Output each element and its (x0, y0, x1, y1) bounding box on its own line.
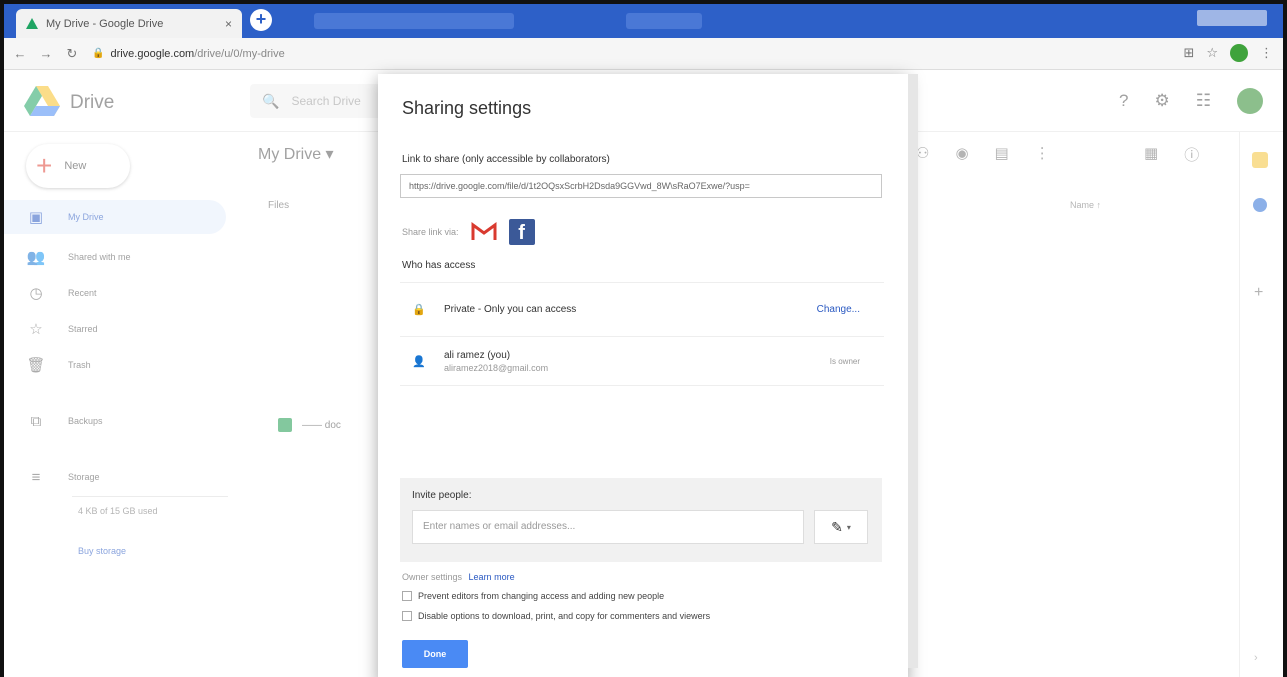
permission-dropdown[interactable]: ✎ ▾ (814, 510, 868, 544)
who-has-access-label: Who has access (402, 260, 476, 271)
url-path: /drive/u/0/my-drive (194, 47, 285, 60)
back-icon[interactable]: ← (10, 46, 30, 61)
screen: My Drive - Google Drive × + ← → ↻ 🔒 driv… (0, 0, 1287, 677)
invite-people-section: Invite people: Enter names or email addr… (400, 478, 882, 562)
share-via-label: Share link via: (402, 227, 459, 237)
tab-close-icon[interactable]: × (225, 17, 232, 31)
owner-settings-label: Owner settings (402, 572, 463, 582)
access-row-visibility: 🔒 Private - Only you can access Change..… (400, 282, 884, 336)
drive-favicon-icon (26, 17, 38, 30)
browser-tab-strip: My Drive - Google Drive × + (4, 4, 1283, 38)
share-via-row: Share link via: f (402, 219, 535, 245)
access-row-owner: 👤 ali ramez (you) aliramez2018@gmail.com… (400, 336, 884, 386)
url-host: drive.google.com (110, 47, 195, 60)
url-field[interactable]: 🔒 drive.google.com /drive/u/0/my-drive (92, 48, 285, 60)
disable-download-checkbox[interactable] (402, 611, 412, 621)
new-tab-button[interactable]: + (250, 9, 272, 31)
dialog-scrollbar[interactable] (908, 74, 918, 668)
disable-download-label: Disable options to download, print, and … (418, 611, 711, 621)
learn-more-link[interactable]: Learn more (469, 572, 515, 582)
owner-name: ali ramez (you) (444, 349, 511, 361)
visibility-text: Private - Only you can access (444, 304, 577, 315)
tab-title: My Drive - Google Drive (46, 17, 164, 30)
disable-download-option[interactable]: Disable options to download, print, and … (402, 611, 710, 621)
blurred-tab-extension (314, 13, 514, 29)
sharing-settings-dialog: Sharing settings Link to share (only acc… (378, 74, 908, 677)
owner-settings-row: Owner settings Learn more (402, 572, 515, 582)
apps-icon[interactable]: ⊞ (1183, 45, 1194, 61)
lock-icon: 🔒 (412, 304, 426, 316)
share-link-field[interactable]: https://drive.google.com/file/d/1t2OQsxS… (400, 174, 882, 198)
change-visibility-link[interactable]: Change... (817, 304, 860, 315)
owner-info: ali ramez (you) aliramez2018@gmail.com (444, 350, 830, 373)
prevent-editors-label: Prevent editors from changing access and… (418, 591, 665, 601)
bookmark-star-icon[interactable]: ☆ (1206, 45, 1218, 61)
reload-icon[interactable]: ↻ (62, 46, 82, 62)
owner-role: Is owner (829, 356, 860, 366)
invite-label: Invite people: (412, 490, 472, 501)
chevron-down-icon: ▾ (846, 522, 851, 532)
dialog-title: Sharing settings (402, 98, 532, 118)
lock-icon: 🔒 (92, 48, 105, 59)
blurred-tab-extension (626, 13, 702, 29)
window-controls[interactable] (1197, 10, 1267, 26)
pencil-icon: ✎ (831, 518, 843, 535)
done-button[interactable]: Done (402, 640, 468, 668)
browser-menu-icon[interactable]: ⋮ (1260, 45, 1273, 61)
person-icon: 👤 (412, 355, 426, 368)
address-bar: ← → ↻ 🔒 drive.google.com /drive/u/0/my-d… (4, 38, 1283, 70)
owner-email: aliramez2018@gmail.com (444, 362, 549, 373)
invite-email-input[interactable]: Enter names or email addresses... (412, 510, 804, 544)
gmail-icon[interactable] (471, 222, 497, 242)
profile-icon[interactable] (1230, 44, 1248, 62)
forward-icon[interactable]: → (36, 46, 56, 61)
prevent-editors-checkbox[interactable] (402, 591, 412, 601)
link-share-label: Link to share (only accessible by collab… (402, 154, 610, 165)
facebook-icon[interactable]: f (508, 219, 535, 245)
browser-actions: ⊞ ☆ ⋮ (1183, 44, 1273, 62)
browser-tab[interactable]: My Drive - Google Drive × (16, 9, 242, 38)
prevent-editors-option[interactable]: Prevent editors from changing access and… (402, 591, 664, 601)
